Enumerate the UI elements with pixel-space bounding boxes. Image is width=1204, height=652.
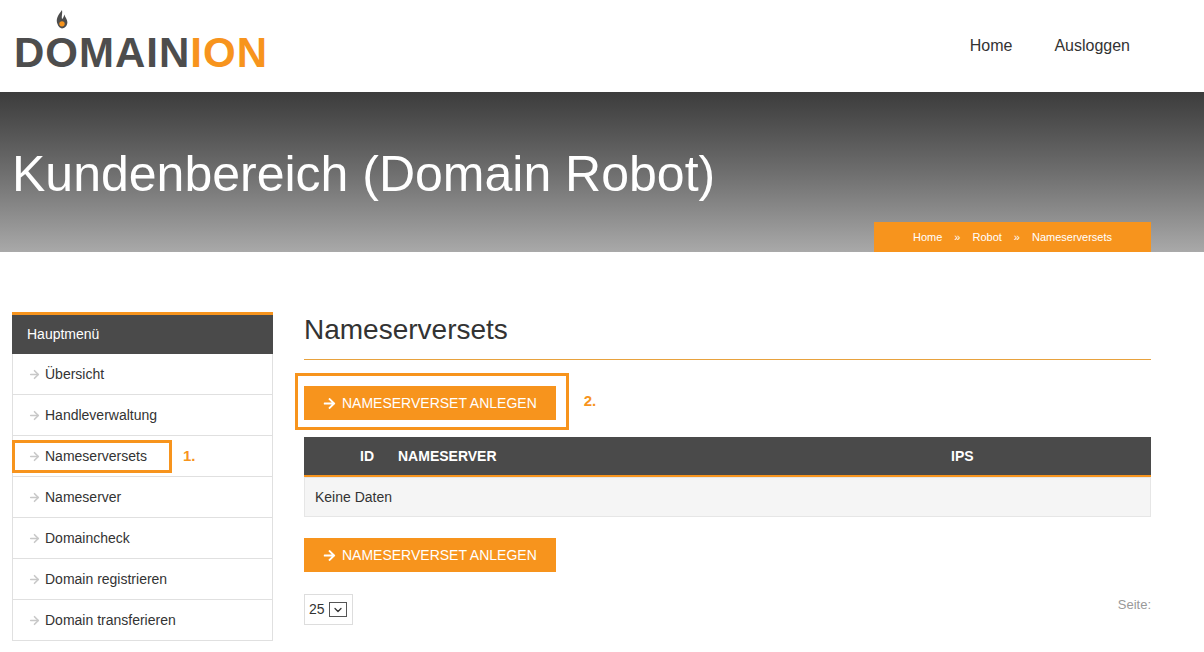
arrow-right-icon [28, 368, 41, 381]
breadcrumb: Home » Robot » Nameserversets [874, 222, 1151, 252]
annotation: 2. [584, 390, 597, 413]
sidebar-item-box: Domaincheck [12, 522, 172, 555]
arrow-right-icon [28, 532, 41, 545]
breadcrumb-item[interactable]: Nameserversets [1032, 229, 1112, 246]
header: DOMAINION Home Ausloggen [0, 0, 1204, 92]
logo[interactable]: DOMAINION [14, 18, 268, 74]
sidebar-item[interactable]: Domaincheck [12, 518, 273, 559]
sidebar-item[interactable]: Domain transferieren [12, 600, 273, 641]
create-nameserverset-button[interactable]: NAMESERVERSET ANLEGEN [304, 538, 556, 572]
column-header[interactable]: NAMESERVER [398, 446, 951, 467]
sidebar-item-box: Domain transferieren [12, 604, 172, 637]
sidebar-item-box: Handleverwaltung [12, 399, 172, 432]
sidebar-item[interactable]: Übersicht [12, 354, 273, 395]
arrow-right-icon [28, 450, 41, 463]
arrow-right-icon [28, 614, 41, 627]
annotation: 1. [183, 445, 196, 468]
banner: Kundenbereich (Domain Robot) Home » Robot » N… [0, 92, 1204, 252]
arrow-right-icon [28, 491, 41, 504]
arrow-right-icon [28, 409, 41, 422]
sidebar-item[interactable]: Handleverwaltung [12, 395, 273, 436]
breadcrumb-separator: » [954, 229, 960, 246]
sidebar-item-box: Domain registrieren [12, 563, 172, 596]
top-nav: Home Ausloggen [970, 34, 1130, 58]
arrow-right-icon [28, 573, 41, 586]
sidebar-item-box: Nameserversets [12, 440, 172, 473]
empty-row: Keine Daten [304, 477, 1151, 517]
sidebar-item-box: Nameserver [12, 481, 172, 514]
breadcrumb-separator: » [1014, 229, 1020, 246]
nav-link[interactable]: Home [970, 34, 1013, 58]
page-size-select[interactable]: 25 [304, 594, 353, 625]
content: Hauptmenü Übersicht Handleverwaltung Namese… [0, 312, 1204, 641]
button-highlight: NAMESERVERSET ANLEGEN [295, 373, 569, 430]
table: IDNAMESERVERIPSKeine Daten [304, 437, 1151, 517]
sidebar-item[interactable]: Domain registrieren [12, 559, 273, 600]
column-header[interactable]: ID [360, 446, 398, 467]
logo-part: D [14, 32, 45, 74]
breadcrumb-item[interactable]: Home [913, 229, 942, 246]
dropdown-icon [329, 602, 347, 617]
sidebar-item[interactable]: Nameserversets 1. [12, 436, 273, 477]
sidebar-item-box: Übersicht [12, 358, 172, 391]
sidebar: Hauptmenü Übersicht Handleverwaltung Namese… [12, 312, 273, 641]
logo-part: O [45, 32, 79, 74]
sidebar-title: Hauptmenü [12, 315, 273, 354]
main: NameserversetsNAMESERVERSET ANLEGEN2.IDN… [304, 312, 1151, 625]
logo-part: ION [190, 32, 268, 74]
sidebar-item[interactable]: Nameserver [12, 477, 273, 518]
nav-link[interactable]: Ausloggen [1054, 34, 1130, 58]
column-header[interactable]: IPS [951, 446, 1151, 467]
page: DOMAINION Home Ausloggen Kundenbereich (Dom… [0, 0, 1204, 652]
page-heading: Nameserversets [304, 312, 1151, 360]
pager: 25 Seite: [304, 594, 1151, 625]
create-nameserverset-button[interactable]: NAMESERVERSET ANLEGEN [304, 386, 556, 420]
logo-part: MAIN [79, 32, 190, 74]
flame-icon [54, 10, 70, 30]
breadcrumb-item[interactable]: Robot [972, 229, 1001, 246]
banner-title: Kundenbereich (Domain Robot) [0, 144, 1204, 204]
page-label: Seite: [1118, 595, 1151, 615]
arrow-right-icon [323, 549, 336, 562]
table-header: IDNAMESERVERIPS [304, 437, 1151, 477]
arrow-right-icon [323, 397, 336, 410]
